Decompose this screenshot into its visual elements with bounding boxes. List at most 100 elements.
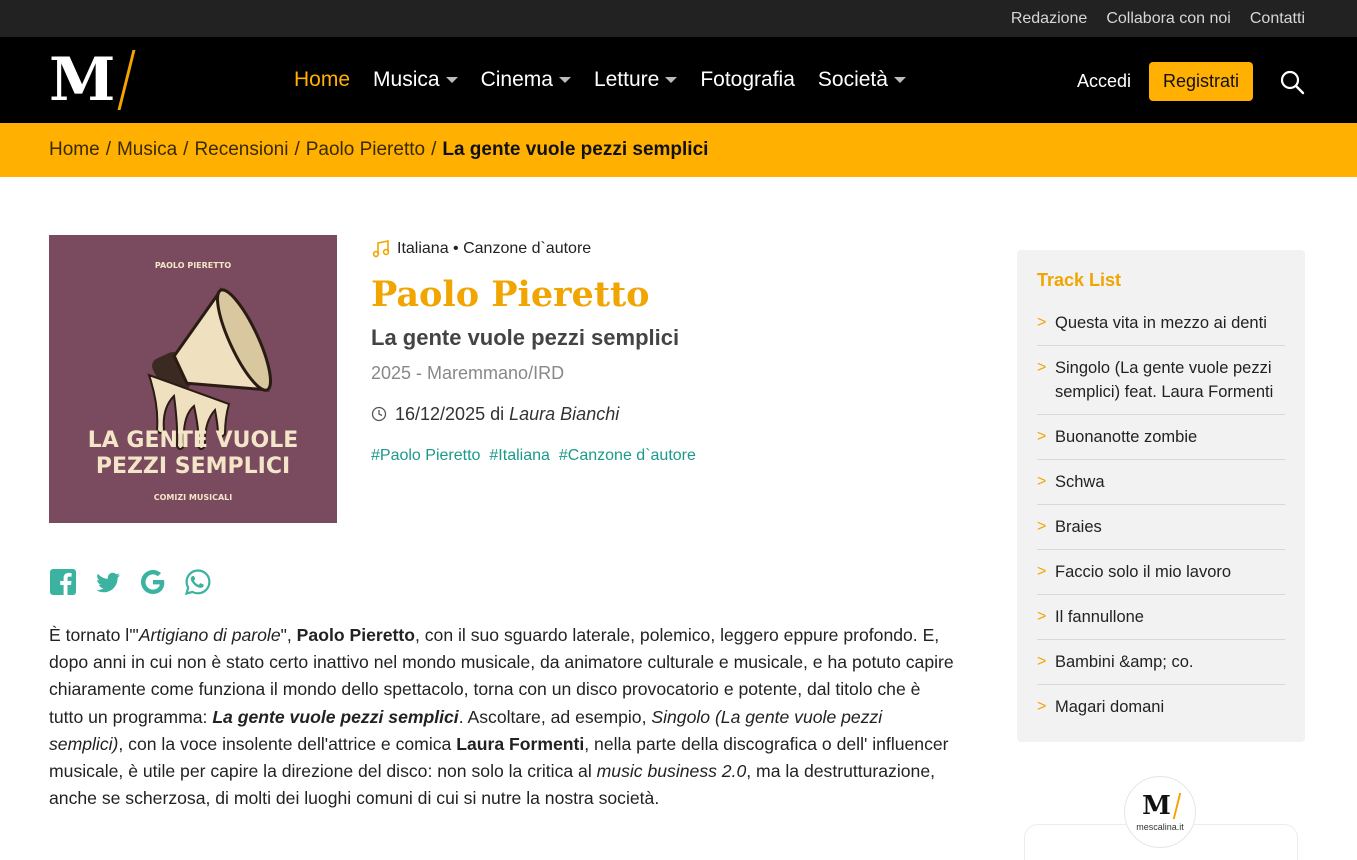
music-note-icon [372, 240, 390, 258]
cover-title-line1: LA GENTE VUOLE [88, 428, 299, 453]
nav-menu: Home Musica Cinema Letture Fotografia So… [294, 37, 906, 123]
chevron-right-icon: > [1037, 314, 1047, 331]
badge-logo: M [1142, 792, 1182, 819]
cover-label: COMIZI MUSICALI [154, 493, 233, 502]
tag-link[interactable]: #Paolo Pieretto [371, 447, 480, 465]
twitter-icon[interactable] [94, 568, 122, 596]
caret-down-icon [893, 77, 906, 83]
track-item: > Schwa [1037, 460, 1285, 505]
album-title: La gente vuole pezzi semplici [371, 324, 680, 350]
tracklist-title: Track List [1037, 270, 1122, 290]
chevron-right-icon: > [1037, 428, 1047, 445]
caret-down-icon [665, 77, 678, 83]
tag-list: #Paolo Pieretto #Italiana #Canzone d`aut… [371, 447, 971, 465]
nav-label: Home [294, 68, 351, 91]
track-title: Il fannullone [1055, 608, 1144, 626]
track-title: Questa vita in mezzo ai denti [1055, 314, 1267, 332]
album-cover: PAOLO PIERETTO LA GENTE VUOLE PEZZI SEMP… [49, 235, 337, 523]
cover-title-line2: PEZZI SEMPLICI [96, 454, 290, 479]
breadcrumb-separator: / [105, 139, 111, 160]
track-title: Faccio solo il mio lavoro [1055, 563, 1232, 581]
artist-name[interactable]: Paolo Pieretto [371, 275, 971, 315]
breadcrumb-current: La gente vuole pezzi semplici [442, 139, 709, 160]
breadcrumb-separator: / [431, 139, 437, 160]
breadcrumb-separator: / [294, 139, 300, 160]
utility-links: Redazione Collabora con noi Contatti [1011, 0, 1305, 37]
cover-artist: PAOLO PIERETTO [155, 261, 232, 270]
clock-icon [371, 406, 387, 422]
nav-label: Letture [593, 68, 660, 91]
breadcrumb: Home / Musica / Recensioni / Paolo Piere… [0, 123, 1357, 177]
mescalina-badge: M mescalina.it [1124, 776, 1196, 848]
logo-slash [117, 50, 136, 110]
nav-label: Fotografia [700, 68, 795, 91]
breadcrumb-musica[interactable]: Musica [117, 139, 177, 161]
badge-text: mescalina.it [1136, 821, 1184, 832]
date-line: 16/12/2025 di Laura Bianchi [371, 404, 971, 425]
track-item: > Singolo (La gente vuole pezzi semplici)… [1037, 346, 1285, 415]
search-icon[interactable] [1279, 69, 1305, 95]
chevron-right-icon: > [1037, 563, 1047, 580]
nav-item-home[interactable]: Home [294, 68, 350, 92]
utility-bar: Redazione Collabora con noi Contatti [0, 0, 1357, 37]
nav-actions: Accedi Registrati [1077, 62, 1305, 101]
chevron-right-icon: > [1037, 473, 1047, 490]
track-item: > Bambini &amp; co. [1037, 640, 1285, 685]
nav-label: Musica [373, 68, 440, 91]
caret-down-icon [558, 77, 571, 83]
nav-label: Società [817, 68, 888, 91]
chevron-right-icon: > [1037, 698, 1047, 715]
facebook-icon[interactable] [49, 568, 77, 596]
link-redazione[interactable]: Redazione [1011, 10, 1088, 28]
breadcrumb-home[interactable]: Home [49, 139, 100, 161]
tracklist-panel: Track List > Questa vita in mezzo ai dent… [1017, 250, 1305, 742]
tag-link[interactable]: #Italiana [489, 447, 550, 465]
genre-text: Italiana • Canzone d`autore [397, 240, 592, 257]
breadcrumb-recensioni[interactable]: Recensioni [194, 139, 288, 161]
register-button[interactable]: Registrati [1148, 62, 1253, 101]
breadcrumb-artist[interactable]: Paolo Pieretto [306, 139, 425, 161]
track-title: Schwa [1055, 473, 1105, 491]
track-title: Magari domani [1055, 698, 1165, 716]
genre-line: Italiana • Canzone d`autore [371, 236, 971, 262]
album-cover-art: PAOLO PIERETTO LA GENTE VUOLE PEZZI SEMP… [49, 235, 337, 523]
track-item: > Braies [1037, 505, 1285, 550]
caret-down-icon [445, 77, 458, 83]
chevron-right-icon: > [1037, 608, 1047, 625]
chevron-right-icon: > [1037, 518, 1047, 535]
nav-item-cinema[interactable]: Cinema [481, 68, 571, 92]
by-text: di [490, 403, 505, 424]
chevron-right-icon: > [1037, 359, 1047, 376]
link-collabora[interactable]: Collabora con noi [1106, 10, 1231, 28]
review-meta: Italiana • Canzone d`autore Paolo Pieret… [371, 236, 971, 465]
main-nav: M Home Musica Cinema Letture Fotografia … [0, 37, 1357, 123]
track-title: Singolo (La gente vuole pezzi semplici) … [1055, 359, 1274, 401]
link-contatti[interactable]: Contatti [1250, 10, 1305, 28]
site-logo[interactable]: M [49, 45, 136, 115]
review-author[interactable]: Laura Bianchi [509, 404, 619, 424]
track-item: > Buonanotte zombie [1037, 415, 1285, 460]
review-paragraph: È tornato l'"Artigiano di parole", Paolo… [49, 625, 954, 809]
whatsapp-icon[interactable] [184, 568, 212, 596]
track-item: > Magari domani [1037, 685, 1285, 729]
google-icon[interactable] [139, 568, 167, 596]
review-date: 16/12/2025 [395, 403, 486, 424]
track-item: > Faccio solo il mio lavoro [1037, 550, 1285, 595]
login-link[interactable]: Accedi [1077, 71, 1131, 92]
breadcrumb-separator: / [183, 139, 189, 160]
year-label: 2025 - Maremmano/IRD [371, 362, 565, 383]
nav-item-societa[interactable]: Società [818, 68, 906, 92]
track-title: Braies [1055, 518, 1102, 536]
review-body: È tornato l'"Artigiano di parole", Paolo… [49, 622, 954, 812]
chevron-right-icon: > [1037, 653, 1047, 670]
track-title: Buonanotte zombie [1055, 428, 1198, 446]
logo-letter: M [49, 45, 115, 115]
tracklist: > Questa vita in mezzo ai denti > Singolo … [1037, 301, 1285, 729]
nav-item-musica[interactable]: Musica [373, 68, 458, 92]
tag-link[interactable]: #Canzone d`autore [559, 447, 696, 465]
track-item: > Il fannullone [1037, 595, 1285, 640]
track-item: > Questa vita in mezzo ai denti [1037, 301, 1285, 346]
nav-item-fotografia[interactable]: Fotografia [700, 68, 795, 92]
nav-label: Cinema [480, 68, 553, 91]
nav-item-letture[interactable]: Letture [593, 68, 678, 92]
